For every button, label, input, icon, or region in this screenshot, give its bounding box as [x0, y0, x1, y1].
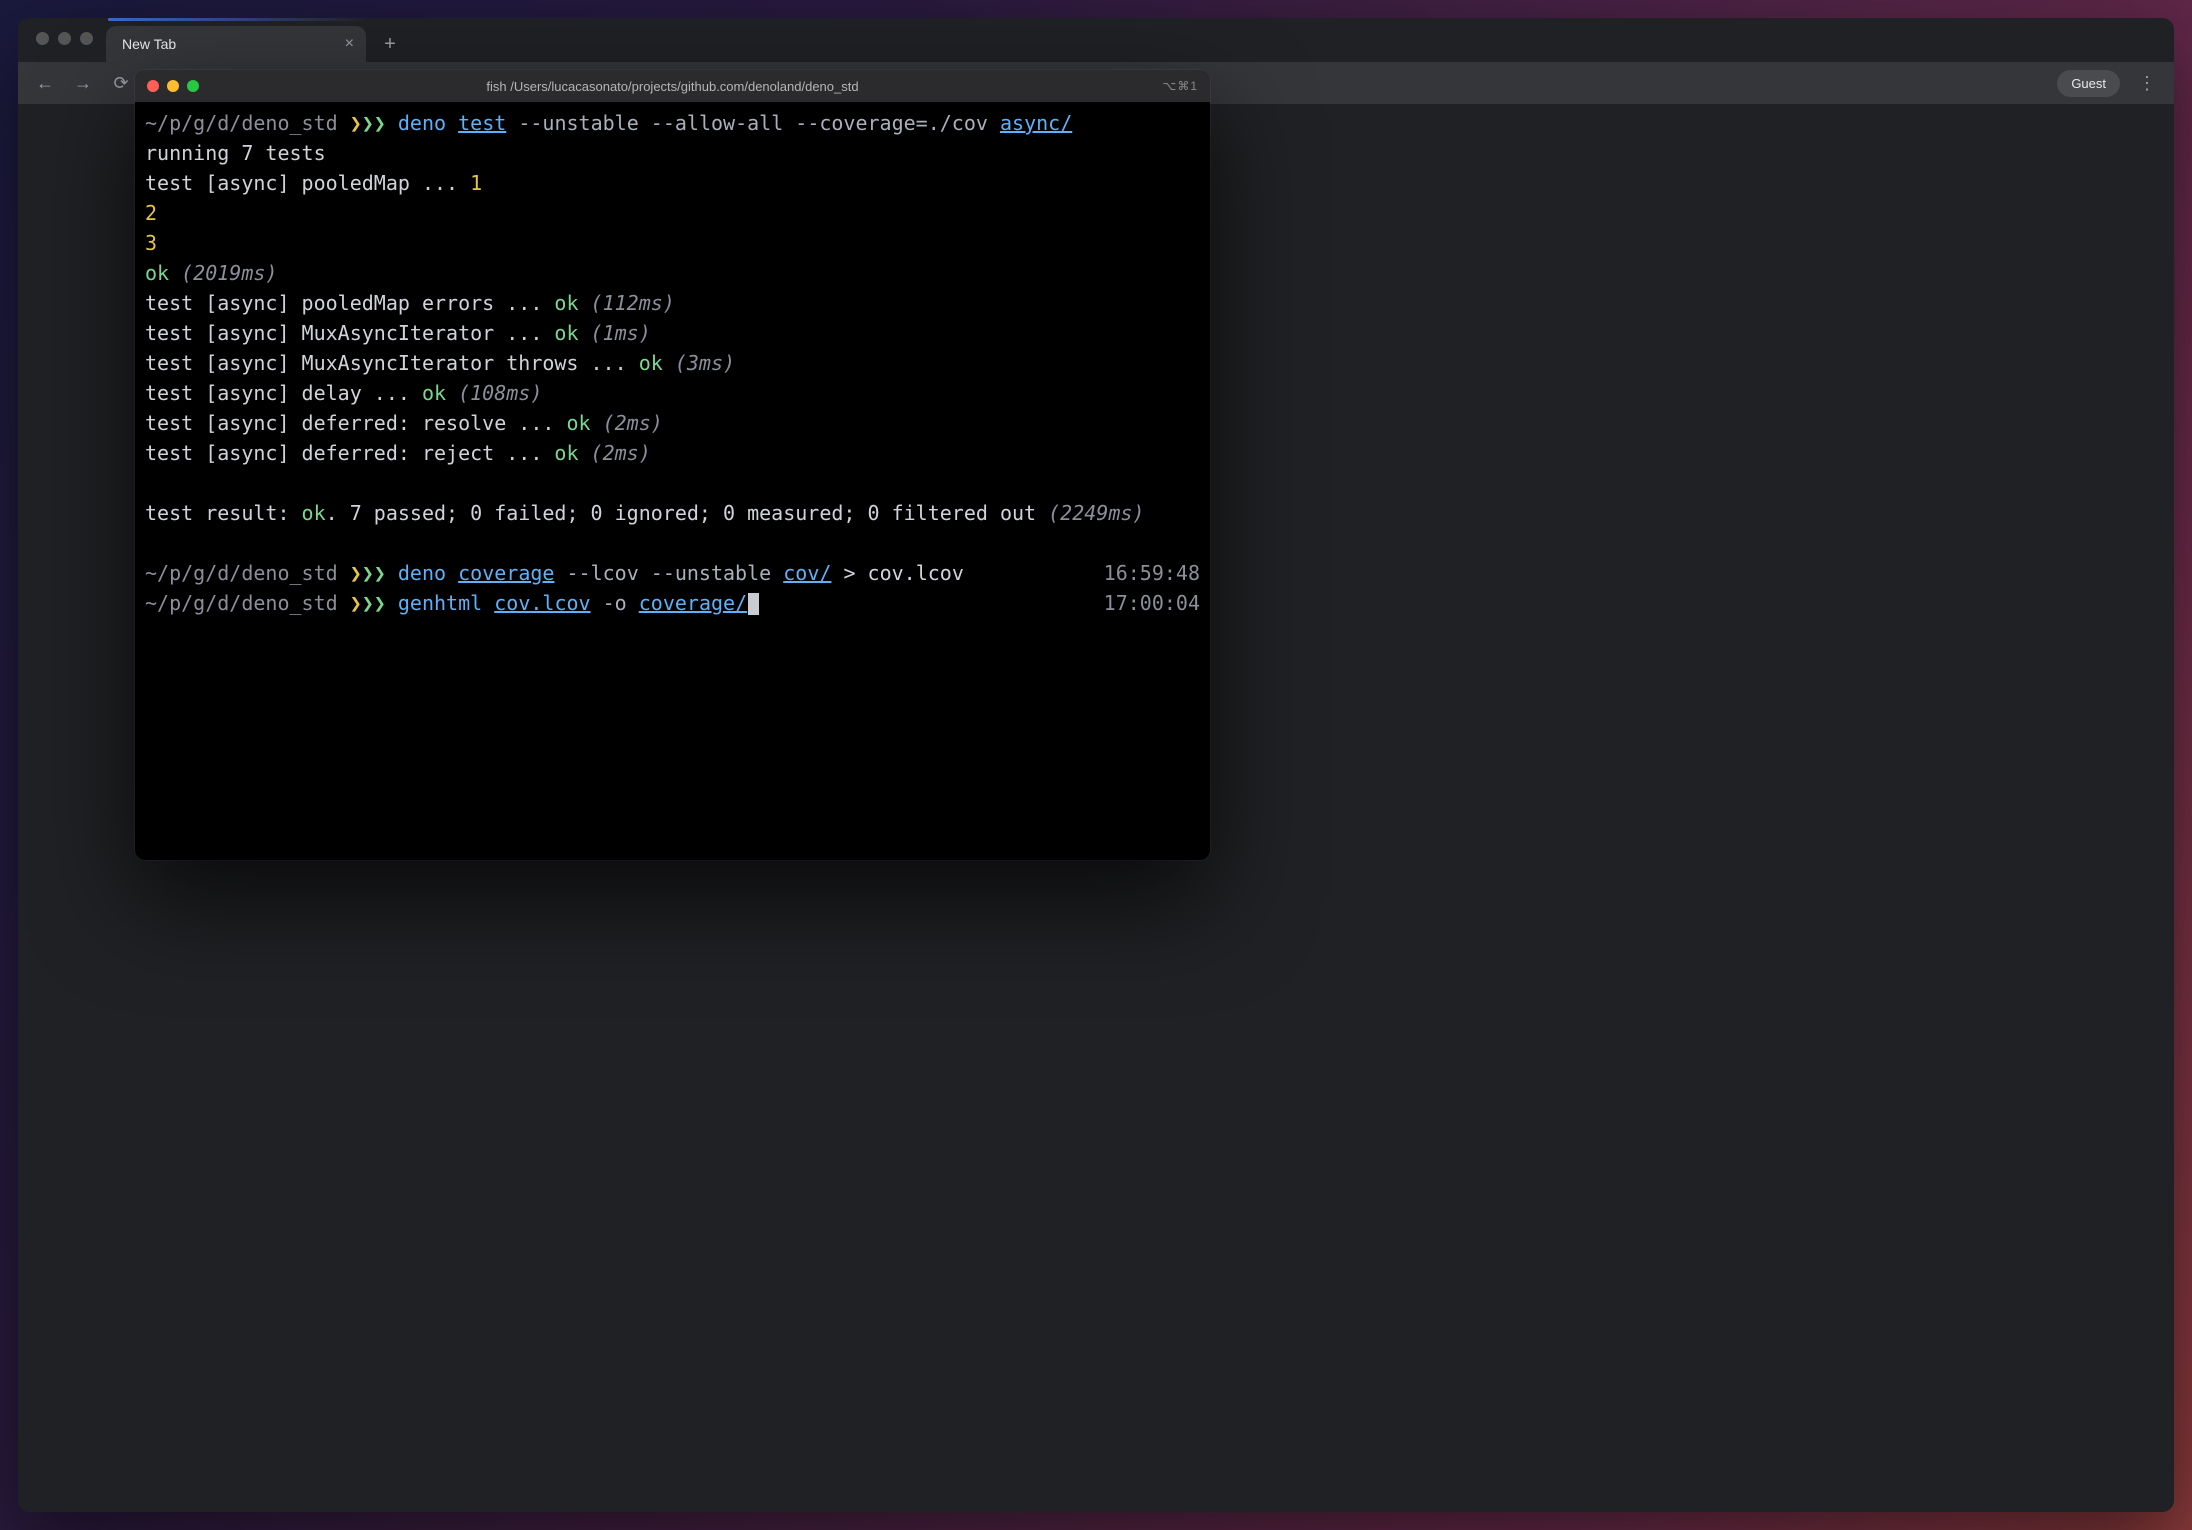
- terminal-command-line: ~/p/g/d/deno_std ❯❯❯ deno coverage --lco…: [145, 558, 1200, 588]
- terminal-output: ok (2019ms): [145, 258, 1200, 288]
- terminal-titlebar: fish /Users/lucacasonato/projects/github…: [135, 70, 1210, 102]
- browser-tab[interactable]: New Tab ×: [106, 26, 366, 62]
- terminal-output: test [async] MuxAsyncIterator throws ...…: [145, 348, 1200, 378]
- terminal-window[interactable]: fish /Users/lucacasonato/projects/github…: [135, 70, 1210, 860]
- terminal-output: test [async] deferred: reject ... ok (2m…: [145, 438, 1200, 468]
- terminal-shortcut-hint: ⌥⌘1: [1162, 79, 1198, 93]
- close-window-icon[interactable]: [147, 80, 159, 92]
- terminal-output: [145, 528, 1200, 558]
- menu-icon[interactable]: ⋮: [2130, 66, 2164, 100]
- terminal-body[interactable]: ~/p/g/d/deno_std ❯❯❯ deno test --unstabl…: [135, 102, 1210, 860]
- terminal-traffic-lights[interactable]: [147, 80, 199, 92]
- terminal-output: test [async] MuxAsyncIterator ... ok (1m…: [145, 318, 1200, 348]
- terminal-cursor: [748, 593, 759, 615]
- profile-badge[interactable]: Guest: [2057, 70, 2120, 97]
- timestamp: 16:59:48: [1104, 558, 1200, 588]
- terminal-command-line: ~/p/g/d/deno_std ❯❯❯ genhtml cov.lcov -o…: [145, 588, 1200, 618]
- terminal-output: test result: ok. 7 passed; 0 failed; 0 i…: [145, 498, 1200, 528]
- tab-title: New Tab: [122, 36, 333, 52]
- browser-tabbar: New Tab × +: [18, 18, 2174, 62]
- terminal-output: running 7 tests: [145, 138, 1200, 168]
- terminal-output: 3: [145, 228, 1200, 258]
- reload-button[interactable]: ⟳: [104, 66, 138, 100]
- close-icon[interactable]: ×: [345, 35, 354, 53]
- forward-button[interactable]: →: [66, 66, 100, 100]
- minimize-window-icon[interactable]: [167, 80, 179, 92]
- terminal-output: 2: [145, 198, 1200, 228]
- timestamp: 17:00:04: [1104, 588, 1200, 618]
- terminal-output: test [async] pooledMap ... 1: [145, 168, 1200, 198]
- terminal-output: test [async] deferred: resolve ... ok (2…: [145, 408, 1200, 438]
- window-traffic-lights[interactable]: [36, 32, 93, 45]
- zoom-window-icon[interactable]: [187, 80, 199, 92]
- terminal-command-line: ~/p/g/d/deno_std ❯❯❯ deno test --unstabl…: [145, 108, 1200, 138]
- terminal-output: test [async] pooledMap errors ... ok (11…: [145, 288, 1200, 318]
- back-button[interactable]: ←: [28, 66, 62, 100]
- new-tab-button[interactable]: +: [374, 28, 406, 60]
- terminal-output: test [async] delay ... ok (108ms): [145, 378, 1200, 408]
- terminal-output: [145, 468, 1200, 498]
- terminal-title: fish /Users/lucacasonato/projects/github…: [135, 79, 1210, 94]
